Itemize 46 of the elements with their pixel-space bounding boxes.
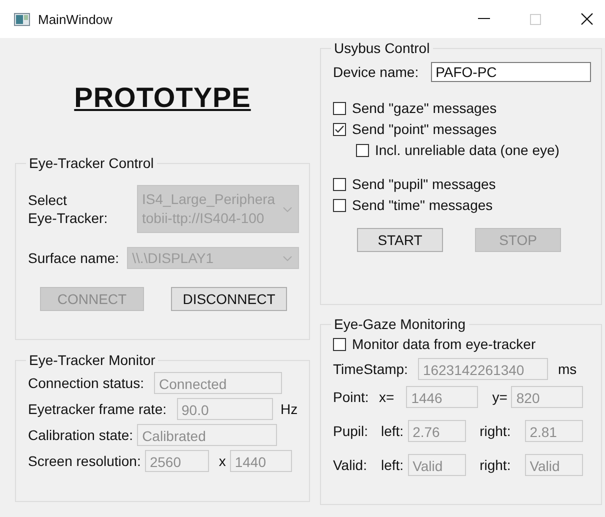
device-name-field[interactable]: PAFO-PC [430,62,591,82]
field-label: Surface name: [28,250,120,266]
field-label: TimeStamp: [333,361,408,377]
chevron-down-icon [283,256,292,260]
checkbox[interactable] [333,198,346,212]
checkbox[interactable] [333,122,346,136]
app-icon [14,12,30,26]
field-label: Connection status: [28,375,144,391]
disconnect-button[interactable]: DISCONNECT [171,287,287,311]
field-label: left: [381,457,404,473]
field-label: Valid: [333,457,368,473]
checkbox[interactable] [333,102,346,114]
group-title: Eye-Gaze Monitoring [333,316,467,332]
unit-label: Hz [280,401,298,417]
checkbox[interactable] [333,338,346,350]
start-button[interactable]: START [357,228,443,252]
field-label: x= [379,389,394,405]
chevron-down-icon [283,206,292,212]
field-label: Screen resolution: [28,453,141,469]
checkbox[interactable] [356,144,369,156]
field-label: Device name: [333,64,419,80]
prototype-heading: PROTOTYPE [74,82,251,114]
group-title: Eye-Tracker Monitor [28,352,156,368]
minimize-icon[interactable] [478,18,490,20]
checkbox-label[interactable]: Monitor data from eye-tracker [352,336,536,352]
checkbox-label[interactable]: Send "gaze" messages [352,100,497,116]
group-title: Eye-Tracker Control [28,155,155,171]
field-label: Select Eye-Tracker: [28,191,109,227]
field-label: Pupil: [333,423,370,439]
field-label: right: [480,457,511,473]
window-title: MainWindow [38,12,112,26]
field-label: left: [381,423,404,439]
field-label: Calibration state: [28,427,134,443]
field-label: right: [480,423,511,439]
checkbox-label[interactable]: Incl. unreliable data (one eye) [375,142,560,158]
field-label: Eyetracker frame rate: [28,401,166,417]
field-label: y= [492,389,508,405]
field-label: Point: [333,389,370,405]
unit-label: x [218,453,226,469]
checkbox[interactable] [333,178,346,190]
group-title: Usybus Control [333,40,431,56]
close-icon[interactable] [581,13,593,25]
checkbox-label[interactable]: Send "pupil" messages [352,176,496,192]
checkbox-label[interactable]: Send "point" messages [352,121,497,137]
checkbox-label[interactable]: Send "time" messages [352,197,493,213]
unit-label: ms [558,361,577,377]
